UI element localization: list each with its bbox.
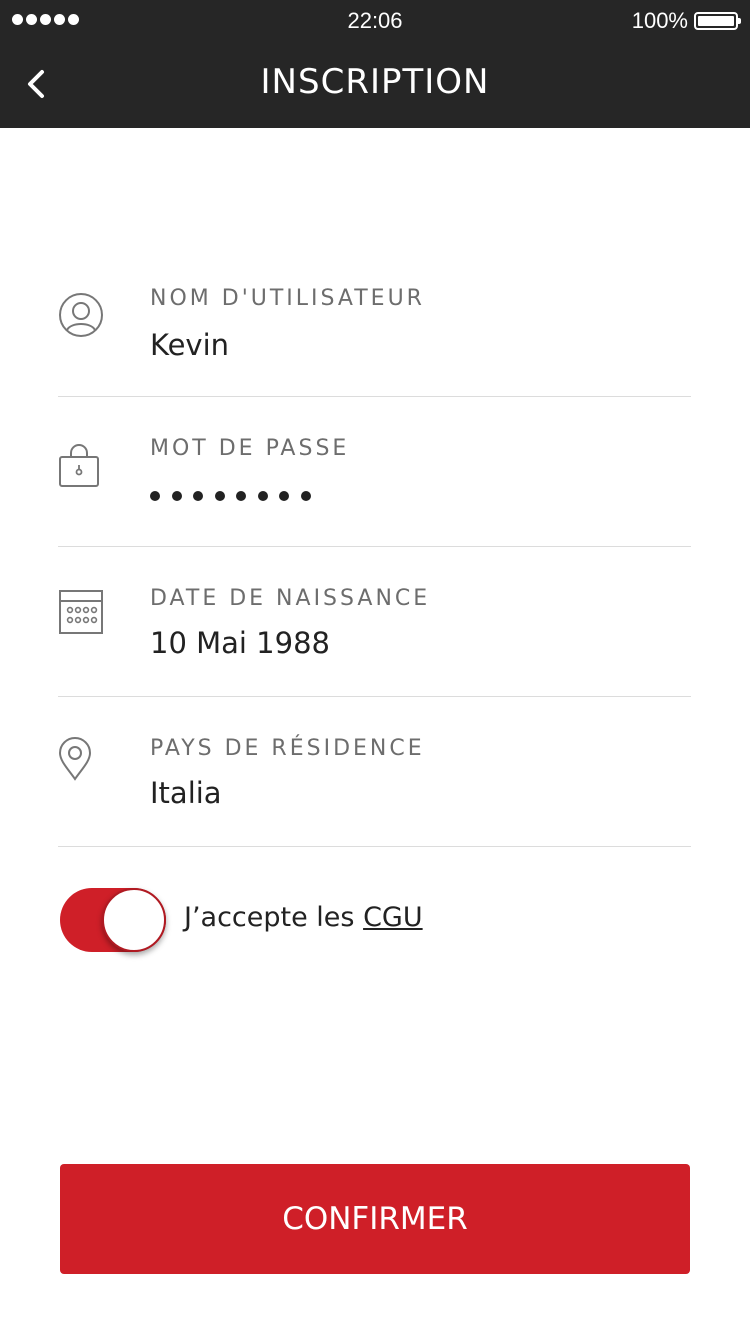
battery-status: 100% — [631, 8, 741, 34]
terms-text: J’accepte les CGU — [184, 902, 423, 933]
page-title: INSCRIPTION — [260, 62, 490, 102]
password-dot — [150, 491, 160, 501]
password-value[interactable] — [150, 491, 311, 501]
terms-row: J’accepte les CGU — [60, 888, 690, 954]
country-label: PAYS DE RÉSIDENCE — [150, 736, 425, 761]
password-dot — [257, 491, 268, 501]
birthdate-label: DATE DE NAISSANCE — [150, 586, 431, 611]
password-label: MOT DE PASSE — [150, 436, 350, 461]
password-dot — [279, 491, 289, 501]
country-value[interactable]: Italia — [150, 776, 222, 810]
confirm-button[interactable]: CONFIRMER — [60, 1164, 690, 1274]
password-dot — [193, 491, 203, 501]
calendar-icon — [58, 588, 106, 636]
password-field[interactable]: MOT DE PASSE — [58, 396, 691, 547]
battery-icon — [694, 12, 741, 30]
birthdate-field[interactable]: DATE DE NAISSANCE 10 Mai 1988 — [58, 546, 691, 697]
lock-icon — [58, 440, 106, 488]
location-pin-icon — [58, 736, 106, 784]
username-field[interactable]: NOM D'UTILISATEUR Kevin — [58, 246, 691, 397]
username-value[interactable]: Kevin — [150, 328, 229, 362]
user-icon — [58, 292, 106, 340]
password-dot — [214, 491, 225, 501]
terms-label: J’accepte les — [184, 902, 364, 933]
cgu-link[interactable]: CGU — [363, 902, 423, 933]
battery-percent: 100% — [631, 8, 688, 33]
password-dot — [171, 491, 182, 501]
birthdate-value[interactable]: 10 Mai 1988 — [150, 626, 330, 660]
password-dot — [236, 491, 246, 501]
password-dot — [300, 491, 311, 501]
app-header: 22:06 100% INSCRIPTION — [0, 0, 750, 128]
status-bar: 22:06 100% — [0, 0, 750, 40]
terms-toggle[interactable] — [60, 888, 166, 952]
toggle-knob — [102, 888, 166, 952]
username-label: NOM D'UTILISATEUR — [150, 286, 425, 311]
country-field[interactable]: PAYS DE RÉSIDENCE Italia — [58, 696, 691, 847]
